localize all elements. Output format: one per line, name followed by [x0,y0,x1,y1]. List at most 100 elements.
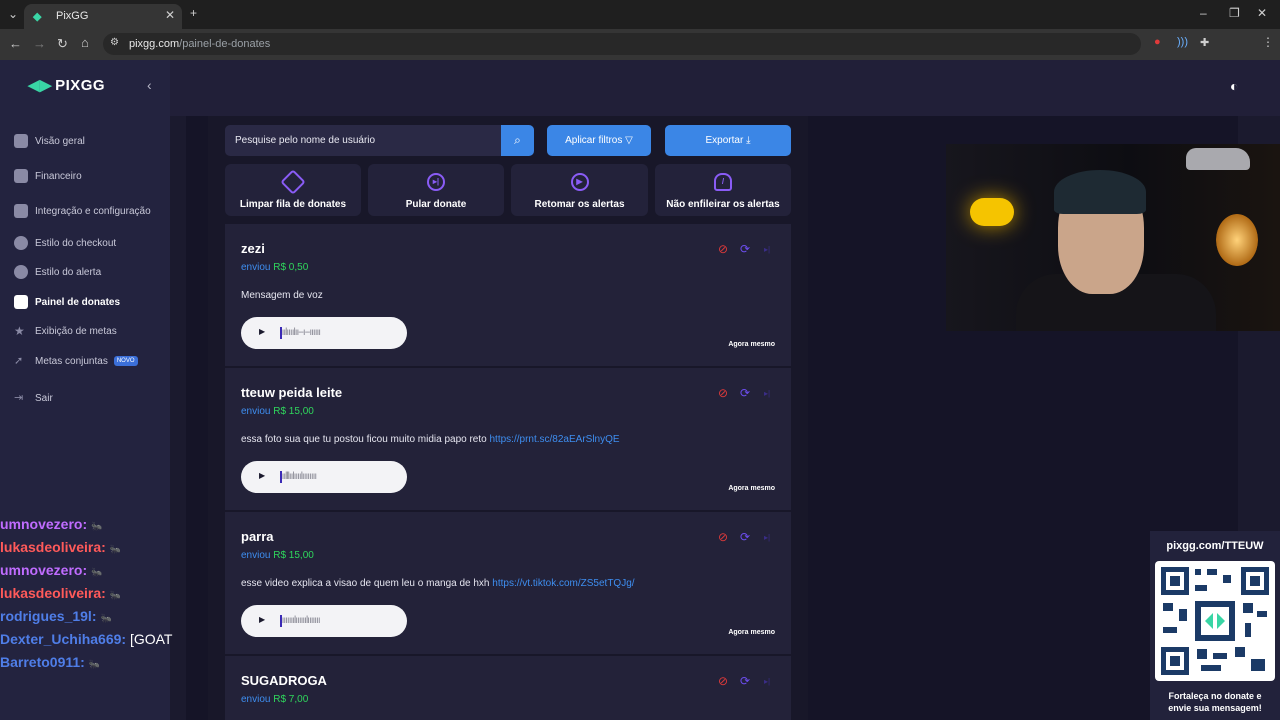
donate-amount: R$ 15,00 [273,550,314,561]
skip-alert-icon[interactable]: ▸| [764,677,770,686]
play-audio-icon[interactable]: ▶ [259,615,265,624]
clear-queue-button[interactable]: Limpar fila de donates [225,164,361,216]
skip-alert-icon[interactable]: ▸| [764,533,770,542]
play-audio-icon[interactable]: ▶ [259,471,265,480]
search-input[interactable]: Pesquise pelo nome de usuário [225,125,501,156]
chat-user: umnovezero: [0,516,88,532]
sent-label: enviou [241,694,271,705]
chat-text: [GOAT [129,631,173,647]
extensions-puzzle-icon[interactable]: ✚ [1200,36,1209,49]
sidebar-item-estilo-checkout[interactable]: Estilo do checkout [14,233,116,253]
rocket-icon: ➚ [14,355,24,367]
audio-waveform[interactable]: |ıılıııılıı--ı--ıııııı [280,326,395,340]
tab-close-icon[interactable]: ✕ [165,8,175,22]
pixgg-logo-icon: ◀▶ [28,77,53,94]
sidebar-item-label: Integração e configuração [35,205,151,217]
window-close-icon[interactable]: ✕ [1257,6,1267,20]
block-icon[interactable]: ⊘ [718,674,728,688]
sidebar-item-exibicao-metas[interactable]: ★ Exibição de metas [14,321,117,341]
qr-caption-line: envie sua mensagem! [1168,703,1262,713]
replay-icon[interactable]: ⟳ [740,242,750,256]
forward-icon[interactable]: → [33,36,46,51]
skip-icon: ▸| [427,173,445,191]
new-tab-icon[interactable]: + [190,6,197,20]
back-icon[interactable]: ← [9,36,22,51]
star-icon: ★ [14,324,25,338]
skip-donate-button[interactable]: ▸| Pular donate [368,164,504,216]
sidebar-item-label: Estilo do alerta [35,266,102,278]
skip-donate-label: Pular donate [405,199,467,210]
chat-user: rodrigues_19l: [0,608,97,624]
donate-card: parra enviou R$ 15,00 esse video explica… [225,512,791,654]
search-button[interactable]: ⌕ [501,125,534,156]
skip-alert-icon[interactable]: ▸| [764,389,770,398]
restore-icon[interactable]: ❐ [1229,6,1240,20]
donate-amount-line: enviou R$ 0,50 [241,262,308,273]
reload-icon[interactable]: ↻ [57,36,68,52]
sidebar-item-visao-geral[interactable]: Visão geral [14,131,85,151]
webcam-yellow-lamp [970,198,1014,226]
audio-waveform[interactable]: |ıılllıılıııılıııııııı [280,470,395,484]
chat-line: lukasdeoliveira: 🐜 [0,539,121,555]
donate-card: tteuw peida leite enviou R$ 15,00 essa f… [225,368,791,510]
replay-icon[interactable]: ⟳ [740,530,750,544]
sidebar-item-integracao[interactable]: Integração e configuração [14,201,151,221]
sidebar-item-financeiro[interactable]: Financeiro [14,166,82,186]
sidebar-item-painel-donates[interactable]: Painel de donates [14,292,120,312]
webcam-car-model [1186,148,1250,170]
url-text: pixgg.com/painel-de-donates [129,38,270,50]
browser-tab-strip: ⌄ ◆ PixGG ✕ + – ❐ ✕ [0,0,1280,29]
theme-toggle-icon[interactable]: ◐ [1230,78,1238,94]
pixgg-logo[interactable]: ◀▶ PIXGG [28,76,105,94]
message-link[interactable]: https://prnt.sc/82aEArSlnyQE [490,434,620,445]
audio-player[interactable]: ▶ |ıılıııılıı--ı--ıııııı [241,317,407,349]
sidebar-item-label: Painel de donates [35,296,121,308]
browser-menu-icon[interactable]: ⋮ [1262,35,1274,49]
message-link[interactable]: https://vt.tiktok.com/ZS5etTQJg/ [492,578,634,589]
sidebar-item-label: Sair [35,392,53,404]
donate-amount-line: enviou R$ 15,00 [241,406,314,417]
download-icon: ⤓ [746,135,751,146]
sent-label: enviou [241,550,271,561]
block-icon[interactable]: ⊘ [718,530,728,544]
sidebar-item-metas-conjuntas[interactable]: ➚ Metas conjuntas NOVO [14,351,138,371]
collapse-sidebar-icon[interactable]: ‹ [147,77,152,93]
clear-queue-label: Limpar fila de donates [239,199,347,210]
replay-icon[interactable]: ⟳ [740,674,750,688]
export-button[interactable]: Exportar ⤓ [665,125,791,156]
donate-card: SUGADROGA enviou R$ 7,00 ⊘ ⟳ ▸| [225,656,791,720]
alert-style-icon [14,265,28,279]
chat-line: umnovezero: 🐜 [0,516,102,532]
block-icon[interactable]: ⊘ [718,242,728,256]
extension-wave-icon[interactable]: ))) [1177,36,1188,48]
sidebar-item-label: Metas conjuntas [35,355,108,367]
home-icon [14,134,28,148]
dont-queue-alerts-label: Não enfileirar os alertas [666,199,780,210]
tab-list-icon[interactable]: ⌄ [8,7,18,21]
extension-red-icon[interactable]: ● [1154,36,1161,48]
dont-queue-alerts-button[interactable]: / Não enfileirar os alertas [655,164,791,216]
skip-alert-icon[interactable]: ▸| [764,245,770,254]
home-browser-icon[interactable]: ⌂ [81,35,89,50]
site-info-icon[interactable]: ⚙ [110,37,119,48]
play-audio-icon[interactable]: ▶ [259,327,265,336]
block-icon[interactable]: ⊘ [718,386,728,400]
sidebar-item-estilo-alerta[interactable]: Estilo do alerta [14,262,101,282]
donate-time: Agora mesmo [728,629,775,636]
donate-card: zezi enviou R$ 0,50 Mensagem de voz ▶ |ıı… [225,224,791,366]
audio-player[interactable]: ▶ |ııııııılıııııılııııııı [241,605,407,637]
sidebar-item-sair[interactable]: ⇥ Sair [14,388,53,408]
apply-filters-button[interactable]: Aplicar filtros ▽ [547,125,651,156]
resume-alerts-button[interactable]: ▶ Retomar os alertas [511,164,648,216]
qr-caption: Fortaleça no donate e envie sua mensagem… [1150,690,1280,714]
qr-url-text: pixgg.com/TTEUW [1166,540,1264,552]
audio-waveform[interactable]: |ııııııılıııııılııııııı [280,614,395,628]
donate-amount-line: enviou R$ 7,00 [241,694,308,705]
url-host: pixgg.com [129,38,180,50]
minimize-icon[interactable]: – [1200,6,1207,20]
donate-message: Mensagem de voz [241,290,323,301]
chat-emote-icon: 🐜 [91,567,103,577]
audio-player[interactable]: ▶ |ıılllıılıııılıııııııı [241,461,407,493]
browser-tab[interactable]: ◆ PixGG ✕ [24,4,182,29]
replay-icon[interactable]: ⟳ [740,386,750,400]
